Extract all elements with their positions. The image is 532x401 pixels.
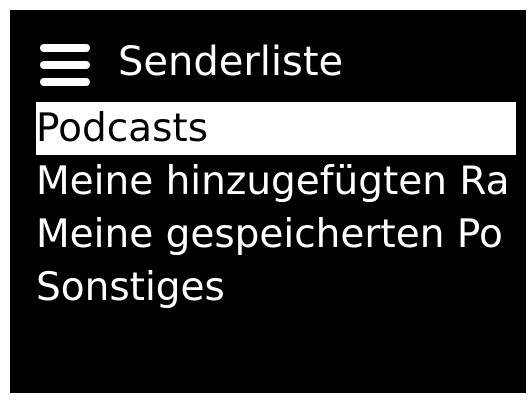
menu-list: Podcasts Meine hinzugefügten Ra Meine ge… xyxy=(10,102,526,314)
hamburger-menu-icon[interactable] xyxy=(40,44,90,86)
list-item-other[interactable]: Sonstiges xyxy=(10,261,526,314)
list-item-label: Meine hinzugefügten Ra xyxy=(36,159,510,204)
page-title: Senderliste xyxy=(118,39,344,85)
list-item-label: Podcasts xyxy=(36,106,209,151)
list-item-added-stations[interactable]: Meine hinzugefügten Ra xyxy=(10,155,526,208)
station-list-screen: Senderliste Podcasts Meine hinzugefügten… xyxy=(10,10,526,393)
list-item-saved-podcasts[interactable]: Meine gespeicherten Po xyxy=(10,208,526,261)
list-item-label: Meine gespeicherten Po xyxy=(36,212,503,257)
header: Senderliste xyxy=(10,34,526,94)
list-item-label: Sonstiges xyxy=(36,265,225,310)
list-item-podcasts[interactable]: Podcasts xyxy=(10,102,526,155)
